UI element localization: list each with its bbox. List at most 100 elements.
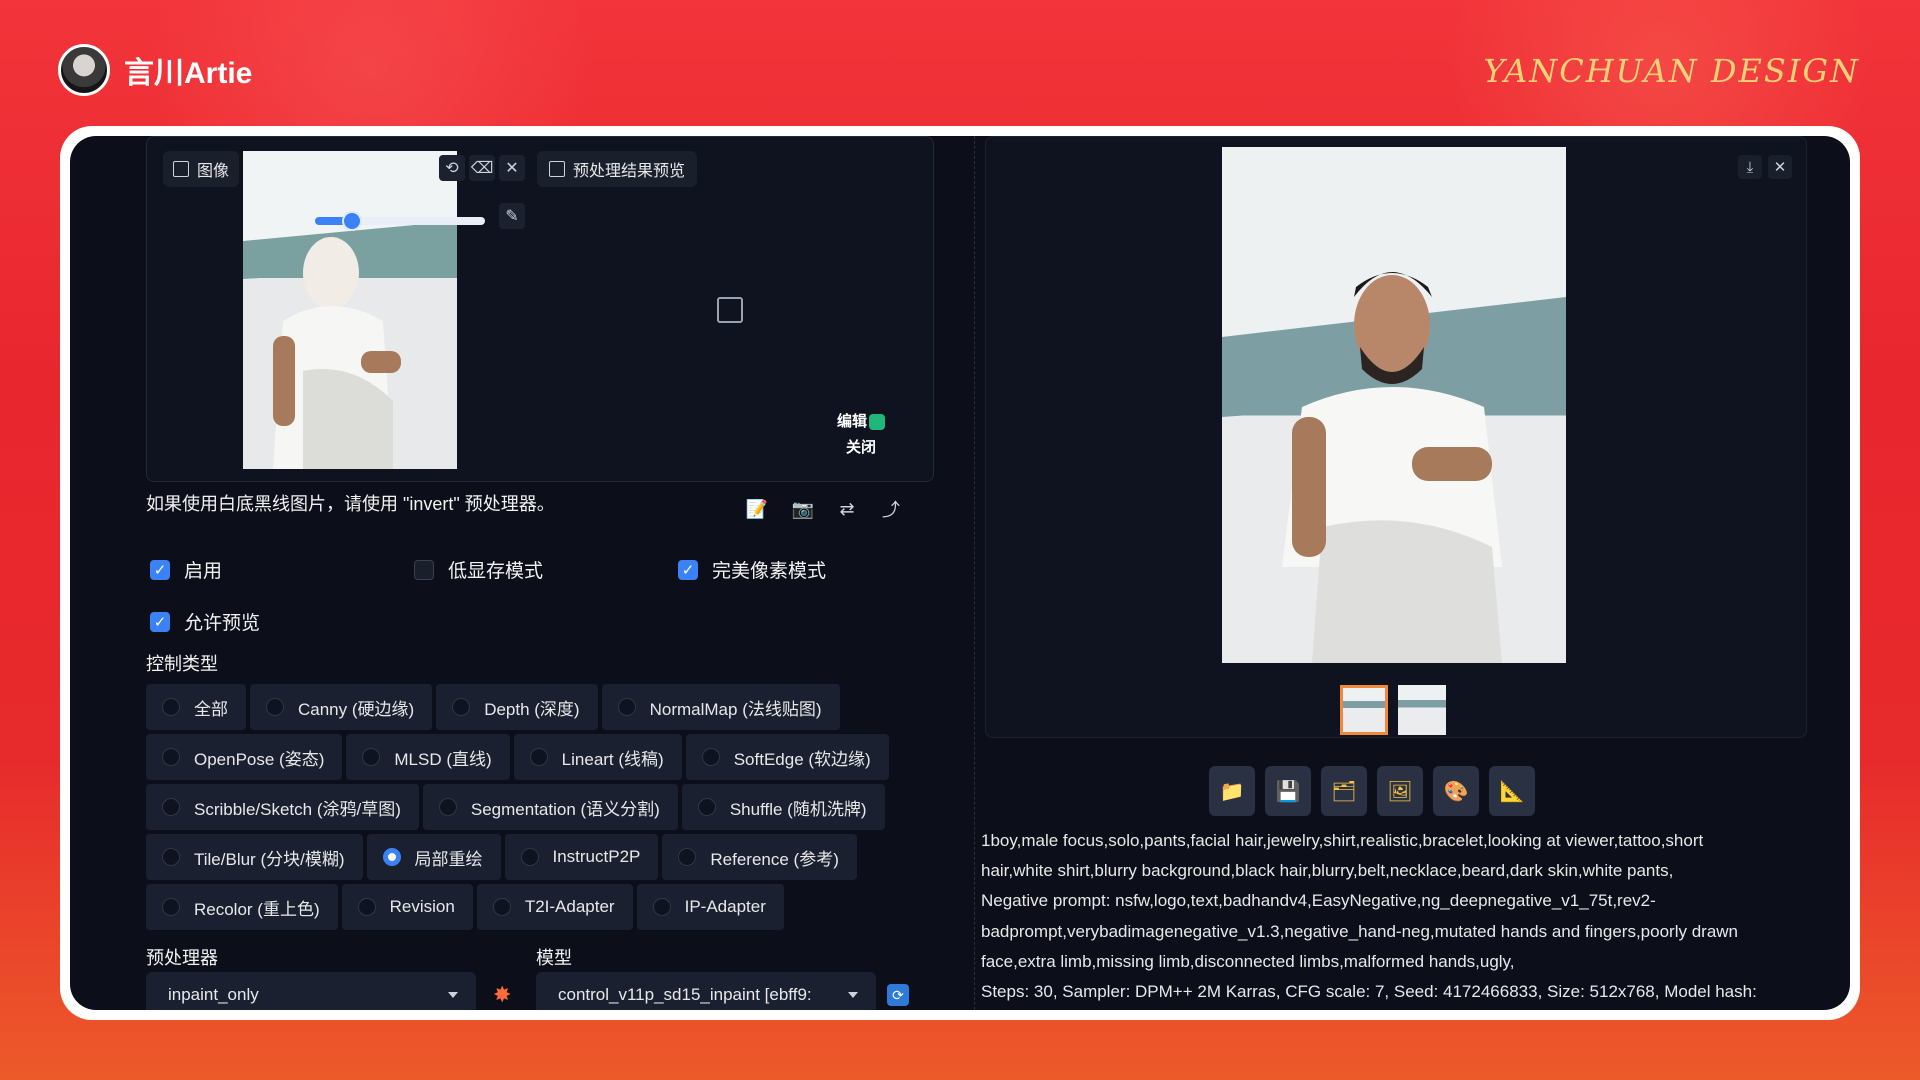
control-type-option-label: Revision	[389, 897, 455, 916]
input-photo	[243, 151, 457, 469]
swap-icon[interactable]: ⇄	[834, 496, 860, 522]
control-type-option-label: SoftEdge (软边缘)	[733, 749, 871, 769]
control-type-option[interactable]: SoftEdge (软边缘)	[685, 734, 889, 780]
radio-dot	[266, 698, 284, 716]
folder-button[interactable]: 📁	[1209, 766, 1255, 816]
close-button[interactable]: 关闭	[837, 435, 885, 461]
control-type-option-label: T2I-Adapter	[524, 897, 615, 916]
generation-info: 1boy,male focus,solo,pants,facial hair,j…	[981, 826, 1821, 1007]
edit-document-icon[interactable]: 📝	[744, 496, 770, 522]
output-photo[interactable]	[1222, 147, 1566, 663]
image-icon	[173, 161, 189, 177]
undo-icon[interactable]: ⟲	[439, 155, 465, 181]
control-type-option[interactable]: IP-Adapter	[636, 884, 784, 930]
check-icon: ✓	[150, 611, 170, 632]
radio-dot	[162, 698, 180, 716]
brush-icon[interactable]: ✎	[499, 203, 525, 229]
allow-preview-checkbox[interactable]: ✓ 允许预览	[150, 608, 260, 635]
control-type-option[interactable]: Canny (硬边缘)	[250, 684, 433, 730]
generation-info-line: Negative prompt: nsfw,logo,text,badhandv…	[981, 891, 1656, 911]
tab-image-label: 图像	[197, 163, 230, 180]
generation-info-line: face,extra limb,missing limb,disconnecte…	[981, 951, 1515, 971]
run-preprocessor-icon[interactable]: ✸	[493, 982, 511, 1008]
save-button[interactable]: 💾	[1265, 766, 1311, 816]
control-type-option-label: Tile/Blur (分块/模糊)	[194, 849, 345, 869]
control-type-option[interactable]: Scribble/Sketch (涂鸦/草图)	[146, 784, 419, 830]
control-type-option[interactable]: Shuffle (随机洗牌)	[681, 784, 885, 830]
control-type-option-label: IP-Adapter	[684, 897, 766, 916]
image-upload-area[interactable]: 图像 ⟲ ⌫ ✕ ✎ 预处理结果预览 编辑 关闭	[146, 136, 934, 482]
tab-preview-label: 预处理结果预览	[573, 163, 686, 180]
control-type-option[interactable]: Segmentation (语义分割)	[422, 784, 678, 830]
folder-icon: 📁	[1219, 780, 1245, 803]
control-type-option[interactable]: T2I-Adapter	[476, 884, 633, 930]
output-panel: ⤓ ✕ 📁 💾 🗂 🖼 🎨 📐 1boy,male focus,solo,pants,fa…	[974, 136, 1835, 1010]
gallery-thumbnail[interactable]	[1340, 685, 1388, 735]
control-type-option[interactable]: Revision	[341, 884, 473, 930]
image-button[interactable]: 🖼	[1377, 766, 1423, 816]
enable-checkbox[interactable]: ✓ 启用	[150, 556, 222, 583]
control-type-option[interactable]: InstructP2P	[504, 834, 659, 880]
brand-name: 言川Artie	[124, 57, 253, 90]
tab-preprocess-preview[interactable]: 预处理结果预览	[537, 151, 698, 187]
image-icon: 🖼	[1387, 780, 1413, 803]
control-type-option[interactable]: Recolor (重上色)	[146, 884, 338, 930]
radio-dot	[701, 748, 720, 766]
radio-dot	[162, 748, 180, 766]
control-type-option[interactable]: Depth (深度)	[436, 684, 598, 730]
radio-dot	[492, 898, 511, 916]
tab-image[interactable]: 图像	[163, 151, 240, 187]
action-buttons: 📁 💾 🗂 🖼 🎨 📐	[1209, 766, 1535, 816]
control-type-option-label: InstructP2P	[552, 847, 641, 866]
control-type-option[interactable]: Tile/Blur (分块/模糊)	[146, 834, 363, 880]
radio-row: 全部 Canny (硬边缘) Depth (深度) NormalMap (法线贴图)	[146, 684, 926, 730]
control-type-option[interactable]: Reference (参考)	[662, 834, 857, 880]
control-type-option[interactable]: OpenPose (姿态)	[146, 734, 343, 780]
close-icon[interactable]: ✕	[499, 155, 525, 181]
radio-row: Tile/Blur (分块/模糊) 局部重绘 InstructP2P Referenc…	[146, 834, 926, 880]
ruler-button[interactable]: 📐	[1489, 766, 1535, 816]
chevron-down-icon	[448, 992, 458, 998]
radio-row: Scribble/Sketch (涂鸦/草图) Segmentation (语义分…	[146, 784, 926, 830]
app-screen: 图像 ⟲ ⌫ ✕ ✎ 预处理结果预览 编辑 关闭 如果使用白底黑线图片，请使用 …	[70, 136, 1850, 1010]
eraser-icon[interactable]: ⌫	[469, 155, 495, 181]
brush-size-slider[interactable]	[315, 211, 485, 231]
control-type-option[interactable]: 局部重绘	[366, 834, 501, 880]
radio-dot	[382, 848, 401, 866]
edit-icon	[869, 414, 886, 431]
control-type-option-label: Scribble/Sketch (涂鸦/草图)	[194, 799, 401, 819]
control-type-option[interactable]: 全部	[146, 684, 246, 730]
low-vram-checkbox[interactable]: 低显存模式	[414, 556, 543, 583]
save-icon: 💾	[1275, 780, 1301, 803]
camera-icon[interactable]: 📷	[790, 496, 816, 522]
model-select[interactable]: control_v11p_sd15_inpaint [ebff9:	[536, 972, 876, 1010]
radio-dot	[162, 898, 180, 916]
gallery-thumbnail[interactable]	[1398, 685, 1446, 735]
image-icon	[549, 161, 565, 177]
control-type-option[interactable]: Lineart (线稿)	[513, 734, 682, 780]
edit-button[interactable]: 编辑	[837, 409, 886, 435]
control-type-option[interactable]: NormalMap (法线贴图)	[601, 684, 840, 730]
preprocessor-select[interactable]: inpaint_only	[146, 972, 476, 1010]
check-icon: ✓	[678, 559, 698, 580]
generation-info-line: hair,white shirt,blurry background,black…	[981, 861, 1674, 881]
edit-close-toggle[interactable]: 编辑 关闭	[837, 409, 886, 461]
control-type-option[interactable]: MLSD (直线)	[346, 734, 510, 780]
radio-dot	[652, 898, 671, 916]
pixel-perfect-checkbox[interactable]: ✓ 完美像素模式	[678, 556, 826, 583]
control-type-option-label: MLSD (直线)	[394, 749, 492, 769]
output-gallery: ⤓ ✕	[985, 136, 1807, 738]
send-size-icon[interactable]: ⤴	[878, 496, 904, 522]
control-type-label: 控制类型	[146, 654, 218, 674]
control-type-option-label: Segmentation (语义分割)	[470, 799, 660, 819]
refresh-models-icon[interactable]: ⟳	[887, 984, 909, 1006]
radio-dot	[452, 698, 471, 716]
person-illustration	[1222, 147, 1566, 663]
close-icon[interactable]: ✕	[1768, 155, 1792, 179]
person-illustration	[243, 151, 457, 469]
model-label: 模型	[536, 948, 572, 968]
download-icon[interactable]: ⤓	[1738, 155, 1762, 179]
palette-button[interactable]: 🎨	[1433, 766, 1479, 816]
zip-button[interactable]: 🗂	[1321, 766, 1367, 816]
zip-icon: 🗂	[1331, 780, 1357, 803]
